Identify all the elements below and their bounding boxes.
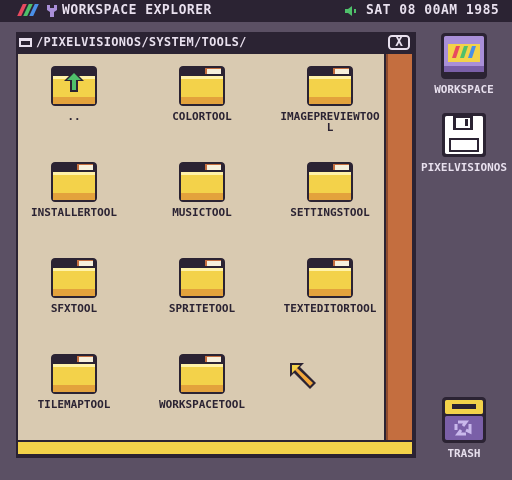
trash-desktop-icon[interactable]: TRASH [426, 396, 502, 460]
cursor-arrow-icon [290, 363, 316, 389]
floppy-disk-icon [442, 113, 486, 157]
file-item-folder[interactable]: TILEMAPTOOL [18, 352, 130, 410]
folder-icon [307, 256, 353, 300]
folder-icon [51, 256, 97, 300]
window-icon [19, 38, 32, 47]
folder-up-icon [51, 64, 97, 108]
folder-icon [307, 64, 353, 108]
horizontal-scrollbar[interactable] [18, 442, 412, 454]
file-label: COLORTOOL [172, 110, 232, 123]
folder-icon [179, 352, 225, 396]
menu-bar: WORKSPACE EXPLORER SAT 08 00AM 1985 [0, 0, 512, 22]
file-item-folder[interactable]: COLORTOOL [146, 64, 258, 122]
pixelvisionos-desktop-icon[interactable]: PIXELVISIONOS [416, 112, 512, 174]
folder-icon [307, 160, 353, 204]
file-label: MUSICTOOL [172, 206, 232, 219]
trash-icon [442, 397, 486, 443]
file-label: SFXTOOL [50, 302, 98, 315]
file-label: TILEMAPTOOL [37, 398, 111, 411]
folder-icon [179, 64, 225, 108]
folder-icon [179, 256, 225, 300]
folder-icon [51, 352, 97, 396]
file-item-folder[interactable]: SETTINGSTOOL [274, 160, 384, 218]
path-label: /PIXELVISIONOS/SYSTEM/TOOLS/ [36, 35, 247, 49]
folder-icon [179, 160, 225, 204]
file-label: INSTALLERTOOL [30, 206, 118, 219]
file-item-folder[interactable]: WORKSPACETOOL [146, 352, 258, 410]
app-title: WORKSPACE EXPLORER [62, 3, 212, 18]
explorer-window: /PIXELVISIONOS/SYSTEM/TOOLS/ X .. COLORT… [16, 32, 416, 458]
file-label: IMAGEPREVIEWTOOL [280, 110, 380, 134]
workspace-label: WORKSPACE [434, 83, 494, 96]
file-item-parent[interactable]: .. [18, 64, 130, 122]
vertical-scrollbar[interactable] [386, 54, 412, 440]
folder-icon [51, 160, 97, 204]
file-label: WORKSPACETOOL [158, 398, 246, 411]
file-item-folder[interactable]: MUSICTOOL [146, 160, 258, 218]
window-titlebar[interactable]: /PIXELVISIONOS/SYSTEM/TOOLS/ X [16, 32, 416, 54]
file-item-folder[interactable]: IMAGEPREVIEWTOOL [274, 64, 384, 133]
up-arrow-icon [64, 71, 84, 92]
file-item-folder[interactable]: TEXTEDITORTOOL [274, 256, 384, 314]
clock: SAT 08 00AM 1985 [366, 3, 500, 18]
file-item-folder[interactable]: INSTALLERTOOL [18, 160, 130, 218]
file-label: .. [67, 110, 81, 123]
tool-icon [47, 5, 57, 17]
file-label: SETTINGSTOOL [290, 206, 370, 219]
workspace-drive-icon [441, 33, 487, 79]
trash-label: TRASH [447, 447, 481, 460]
close-button[interactable]: X [388, 35, 410, 50]
file-grid: .. COLORTOOL IMAGEPREVIEWTOOL INSTALLERT… [18, 54, 384, 440]
speaker-icon[interactable] [345, 6, 359, 16]
file-item-folder[interactable]: SPRITETOOL [146, 256, 258, 314]
pixelvisionos-label: PIXELVISIONOS [420, 161, 508, 174]
file-label: SPRITETOOL [168, 302, 236, 315]
file-label: TEXTEDITORTOOL [283, 302, 377, 315]
workspace-desktop-icon[interactable]: WORKSPACE [426, 32, 502, 96]
pixelvision-logo-icon[interactable] [17, 4, 40, 18]
file-item-folder[interactable]: SFXTOOL [18, 256, 130, 314]
